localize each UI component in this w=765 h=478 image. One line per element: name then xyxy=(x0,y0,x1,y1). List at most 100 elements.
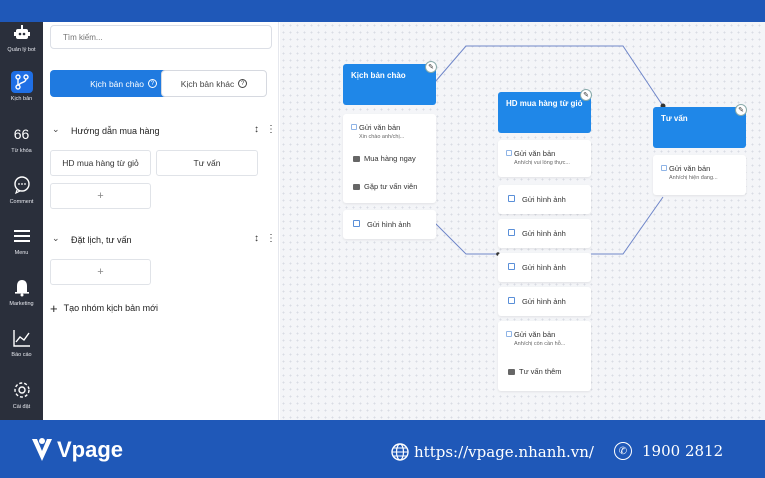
chevron-down-icon[interactable]: ⌄ xyxy=(52,233,60,244)
nav-item-keyword[interactable]: 66 Từ khóa xyxy=(0,123,43,171)
message-preview: Anh/chị hiện đang... xyxy=(669,175,718,181)
new-group-label: Tạo nhóm kịch bản mới xyxy=(63,303,159,313)
message-type: Gửi hình ảnh xyxy=(522,263,566,272)
bot-icon xyxy=(13,25,30,39)
nav-item-scenario[interactable]: Kịch bản xyxy=(0,71,43,119)
flow-canvas[interactable]: Kịch bản chào ✎ Gửi văn bản Xin chào anh… xyxy=(280,22,765,420)
tab-label: Kịch bản chào xyxy=(90,78,144,89)
image-card[interactable]: Gửi hình ảnh xyxy=(498,185,591,214)
comment-icon xyxy=(13,176,30,195)
message-card[interactable]: Gửi văn bản Anh/chị vui lòng thực... xyxy=(498,140,591,177)
node-title[interactable]: Kịch bản chào xyxy=(343,64,436,105)
message-preview: Anh/chị còn cần hỗ... xyxy=(514,341,566,347)
menu-icon xyxy=(13,230,30,242)
new-group-button[interactable]: + Tạo nhóm kịch bản mới xyxy=(50,301,158,316)
button-icon xyxy=(353,156,360,162)
node-title[interactable]: HD mua hàng từ giỏ xyxy=(498,92,591,133)
message-card[interactable]: Gửi văn bản Anh/chị hiện đang... xyxy=(653,155,746,195)
website-url: https://vpage.nhanh.vn/ xyxy=(414,443,594,461)
search-input[interactable] xyxy=(50,25,272,49)
nav-label: Comment xyxy=(9,199,34,205)
nav-label: Quản lý bot xyxy=(7,47,36,53)
image-icon xyxy=(508,297,515,304)
quick-reply-label: Tư vấn thêm xyxy=(519,367,562,376)
message-type: Gửi văn bản xyxy=(669,164,711,173)
edit-icon[interactable]: ✎ xyxy=(425,61,437,73)
node-title[interactable]: Tư vấn xyxy=(653,107,746,148)
edit-icon[interactable]: ✎ xyxy=(580,89,592,101)
message-card[interactable]: Gửi văn bản Anh/chị còn cần hỗ... Tư vấn… xyxy=(498,321,591,391)
image-icon xyxy=(353,220,360,227)
help-icon: ? xyxy=(147,79,157,88)
message-type: Gửi hình ảnh xyxy=(522,195,566,204)
left-nav: Quản lý bot Kịch bản 66 Từ khóa Comment … xyxy=(0,22,43,420)
hotline[interactable]: ✆ 1900 2812 xyxy=(614,442,723,460)
message-type: Gửi hình ảnh xyxy=(522,297,566,306)
nav-label: Từ khóa xyxy=(11,148,32,154)
message-type: Gửi hình ảnh xyxy=(522,229,566,238)
message-preview: Anh/chị vui lòng thực... xyxy=(514,160,570,166)
group-header[interactable]: ⌄ Hướng dẫn mua hàng ↕ ⋮ xyxy=(50,124,276,140)
text-message-icon xyxy=(506,331,512,337)
keyword-icon: 66 xyxy=(13,126,30,142)
image-icon xyxy=(508,229,515,236)
website-link[interactable]: https://vpage.nhanh.vn/ xyxy=(390,442,594,462)
phone-number: 1900 2812 xyxy=(642,442,724,460)
image-card[interactable]: Gửi hình ảnh xyxy=(498,287,591,316)
edit-icon[interactable]: ✎ xyxy=(735,104,747,116)
sort-icon[interactable]: ↕ xyxy=(254,233,259,244)
nav-item-bot[interactable]: Quản lý bot xyxy=(0,22,43,70)
help-icon: ? xyxy=(238,79,248,88)
phone-icon: ✆ xyxy=(614,442,632,460)
add-scenario-button[interactable]: + xyxy=(50,183,151,209)
text-message-icon xyxy=(506,150,512,156)
message-card[interactable]: Gửi văn bản Xin chào anh/chị... Mua hàng… xyxy=(343,114,436,203)
footer-banner: Vpage https://vpage.nhanh.vn/ ✆ 1900 281… xyxy=(0,420,765,478)
flow-icon xyxy=(10,71,33,93)
nav-label: Báo cáo xyxy=(11,352,32,358)
more-icon[interactable]: ⋮ xyxy=(266,233,276,244)
scenario-chip[interactable]: Tư vấn xyxy=(156,150,258,176)
tab-other-scenario[interactable]: Kịch bản khác ? xyxy=(161,70,267,97)
image-icon xyxy=(508,263,515,270)
message-type: Gửi văn bản xyxy=(359,123,401,132)
group-header[interactable]: ⌄ Đặt lịch, tư vấn ↕ ⋮ xyxy=(50,233,276,249)
image-card[interactable]: Gửi hình ảnh xyxy=(498,219,591,248)
nav-label: Menu xyxy=(14,250,29,256)
image-card[interactable]: Gửi hình ảnh xyxy=(343,210,436,239)
brand-name: Vpage xyxy=(57,437,124,462)
quick-reply-button[interactable]: Gặp tư vấn viên xyxy=(353,182,417,191)
scenario-panel: Kịch bản chào ? Kịch bản khác ? ⌄ Hướng … xyxy=(43,22,279,420)
message-preview: Xin chào anh/chị... xyxy=(359,134,405,140)
text-message-icon xyxy=(661,165,667,171)
message-type: Gửi văn bản xyxy=(514,149,556,158)
nav-label: Cài đặt xyxy=(12,404,31,410)
scenario-chip[interactable]: HD mua hàng từ giỏ xyxy=(50,150,151,176)
plus-icon: + xyxy=(50,301,58,316)
group-title: Hướng dẫn mua hàng xyxy=(71,126,160,136)
message-type: Gửi văn bản xyxy=(514,330,556,339)
brand-logo: Vpage xyxy=(30,434,123,466)
nav-item-report[interactable]: Báo cáo xyxy=(0,327,43,375)
add-scenario-button[interactable]: + xyxy=(50,259,151,285)
button-icon xyxy=(508,369,515,375)
image-card[interactable]: Gửi hình ảnh xyxy=(498,253,591,282)
quick-reply-label: Mua hàng ngay xyxy=(364,154,416,163)
quick-reply-label: Gặp tư vấn viên xyxy=(364,182,418,191)
button-icon xyxy=(353,184,360,190)
nav-item-comment[interactable]: Comment xyxy=(0,174,43,222)
nav-label: Marketing xyxy=(9,301,34,307)
sort-icon[interactable]: ↕ xyxy=(254,124,259,135)
more-icon[interactable]: ⋮ xyxy=(266,124,276,135)
chevron-down-icon[interactable]: ⌄ xyxy=(52,124,60,135)
quick-reply-button[interactable]: Mua hàng ngay xyxy=(353,154,416,163)
image-icon xyxy=(508,195,515,202)
globe-icon xyxy=(391,443,409,461)
nav-item-menu[interactable]: Menu xyxy=(0,225,43,273)
text-message-icon xyxy=(351,124,357,130)
gear-icon xyxy=(13,382,30,398)
quick-reply-button[interactable]: Tư vấn thêm xyxy=(508,367,562,376)
nav-item-marketing[interactable]: Marketing xyxy=(0,276,43,324)
group-title: Đặt lịch, tư vấn xyxy=(71,235,132,245)
bell-icon xyxy=(14,280,29,297)
